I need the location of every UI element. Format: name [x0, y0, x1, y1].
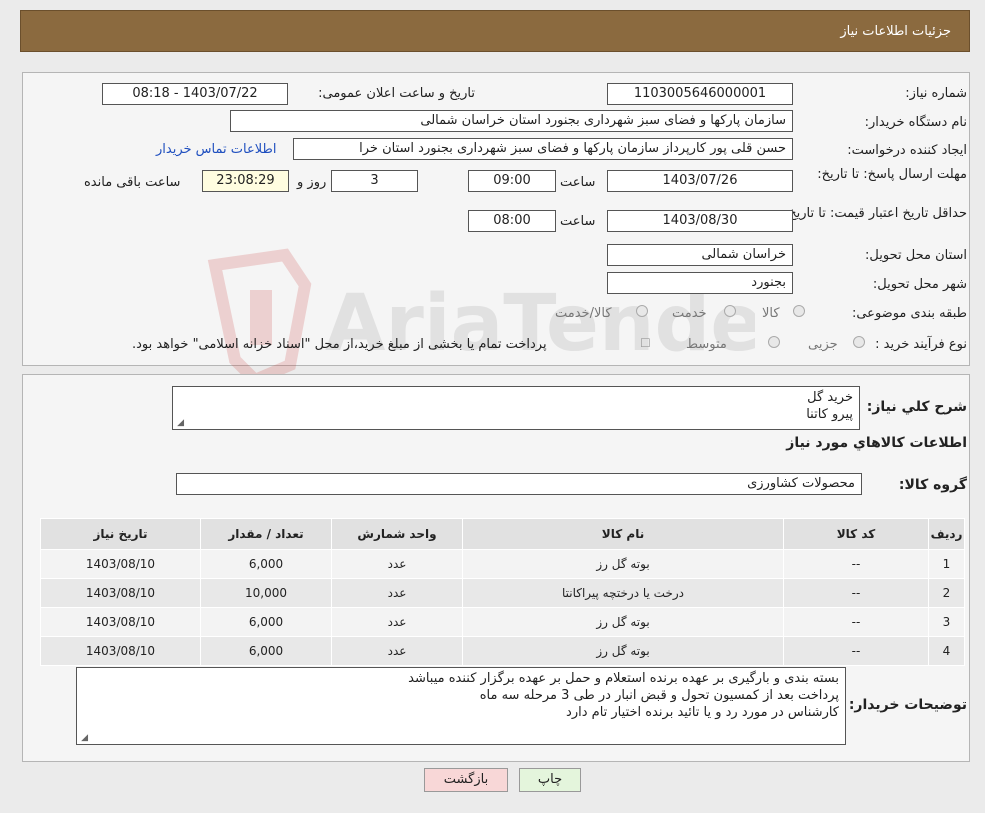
requester-label: ایجاد کننده درخواست: — [847, 143, 967, 158]
process-payment-note: پرداخت تمام یا بخشی از مبلغ خرید،از محل … — [132, 337, 547, 352]
category-radio-goods[interactable] — [793, 305, 805, 317]
process-option-medium: متوسط — [686, 337, 727, 352]
category-option-goods: کالا — [762, 306, 780, 321]
process-radio-medium[interactable] — [768, 336, 780, 348]
table-row: 2 -- درخت یا درختچه پیراکانتا عدد 10,000… — [40, 578, 965, 608]
print-button[interactable]: چاپ — [519, 768, 581, 792]
cell-name: بوته گل رز — [462, 636, 784, 666]
cell-qty: 6,000 — [200, 636, 332, 666]
cell-date: 1403/08/10 — [40, 549, 201, 579]
cell-name: درخت یا درختچه پیراکانتا — [462, 578, 784, 608]
process-option-minor: جزیی — [808, 337, 838, 352]
col-row-header: ردیف — [928, 518, 965, 550]
summary-textarea[interactable]: خرید گل پیرو کاتنا ◢ — [172, 386, 860, 430]
col-unit-header: واحد شمارش — [331, 518, 463, 550]
buyer-org-label: نام دستگاه خریدار: — [864, 115, 967, 130]
page-title: جزئیات اطلاعات نیاز — [840, 23, 951, 39]
cell-qty: 10,000 — [200, 578, 332, 608]
cell-row: 2 — [928, 578, 965, 608]
category-option-goods-service: کالا/خدمت — [555, 306, 612, 321]
goods-group-field: محصولات کشاورزی — [176, 473, 862, 495]
cell-code: -- — [783, 549, 929, 579]
col-code-header: کد کالا — [783, 518, 929, 550]
remaining-time-field: 23:08:29 — [202, 170, 289, 192]
buyer-note-line-3: کارشناس در مورد رد و یا تائید برنده اختی… — [566, 705, 839, 720]
days-field: 3 — [331, 170, 418, 192]
announce-datetime-label: تاریخ و ساعت اعلان عمومی: — [318, 86, 475, 101]
requester-field: حسن قلی پور کارپرداز سازمان پارکها و فضا… — [293, 138, 793, 160]
city-field: بجنورد — [607, 272, 793, 294]
cell-row: 4 — [928, 636, 965, 666]
table-row: 3 -- بوته گل رز عدد 6,000 1403/08/10 — [40, 607, 965, 637]
table-row: 1 -- بوته گل رز عدد 6,000 1403/08/10 — [40, 549, 965, 579]
deadline-label: مهلت ارسال پاسخ: تا تاریخ: — [817, 167, 967, 182]
buyer-notes-textarea[interactable]: بسته بندی و بارگیری بر عهده برنده استعلا… — [76, 667, 846, 745]
cell-date: 1403/08/10 — [40, 607, 201, 637]
summary-line-1: خرید گل — [807, 390, 853, 405]
buyer-contact-link[interactable]: اطلاعات تماس خریدار — [156, 142, 276, 157]
process-label: نوع فرآیند خرید : — [875, 337, 967, 352]
cell-date: 1403/08/10 — [40, 578, 201, 608]
validity-time-field: 08:00 — [468, 210, 556, 232]
category-radio-service[interactable] — [724, 305, 736, 317]
cell-qty: 6,000 — [200, 607, 332, 637]
province-field: خراسان شمالی — [607, 244, 793, 266]
category-radio-goods-service[interactable] — [636, 305, 648, 317]
validity-label: حداقل تاریخ اعتبار قیمت: تا تاریخ: — [783, 206, 967, 221]
table-header-row: ردیف کد کالا نام کالا واحد شمارش تعداد /… — [40, 518, 965, 550]
cell-qty: 6,000 — [200, 549, 332, 579]
city-label: شهر محل تحویل: — [872, 277, 967, 292]
remaining-time-label: ساعت باقی مانده — [84, 175, 181, 190]
category-option-service: خدمت — [672, 306, 707, 321]
table-row: 4 -- بوته گل رز عدد 6,000 1403/08/10 — [40, 636, 965, 666]
cell-code: -- — [783, 578, 929, 608]
buyer-note-line-2: پرداخت بعد از کمسیون تحول و قبض انبار در… — [479, 688, 839, 703]
resize-handle-icon[interactable]: ◢ — [176, 419, 184, 428]
goods-group-label: گروه کالا: — [898, 477, 967, 493]
buyer-org-field: سازمان پارکها و فضای سبز شهرداری بجنورد … — [230, 110, 793, 132]
cell-unit: عدد — [331, 636, 463, 666]
goods-table: ردیف کد کالا نام کالا واحد شمارش تعداد /… — [40, 518, 965, 666]
payment-checkbox-icon[interactable]: ☐ — [640, 336, 651, 350]
cell-date: 1403/08/10 — [40, 636, 201, 666]
col-qty-header: تعداد / مقدار — [200, 518, 332, 550]
deadline-date-field: 1403/07/26 — [607, 170, 793, 192]
days-label: روز و — [297, 175, 327, 190]
need-number-label: شماره نیاز: — [905, 86, 967, 101]
cell-name: بوته گل رز — [462, 549, 784, 579]
cell-unit: عدد — [331, 578, 463, 608]
validity-date-field: 1403/08/30 — [607, 210, 793, 232]
cell-row: 1 — [928, 549, 965, 579]
col-name-header: نام کالا — [462, 518, 784, 550]
goods-section-title: اطلاعات کالاهاي مورد نياز — [786, 435, 967, 451]
process-radio-minor[interactable] — [853, 336, 865, 348]
deadline-time-label: ساعت — [560, 175, 596, 190]
back-button[interactable]: بازگشت — [424, 768, 508, 792]
cell-code: -- — [783, 636, 929, 666]
need-number-field: 1103005646000001 — [607, 83, 793, 105]
page-header: جزئیات اطلاعات نیاز — [20, 10, 970, 52]
category-label: طبقه بندی موضوعی: — [851, 306, 967, 321]
cell-unit: عدد — [331, 607, 463, 637]
deadline-time-field: 09:00 — [468, 170, 556, 192]
buyer-notes-label: توضیحات خریدار: — [848, 697, 967, 713]
cell-name: بوته گل رز — [462, 607, 784, 637]
announce-datetime-field: 1403/07/22 - 08:18 — [102, 83, 288, 105]
resize-handle-icon[interactable]: ◢ — [80, 734, 88, 743]
province-label: استان محل تحویل: — [865, 248, 967, 263]
validity-time-label: ساعت — [560, 214, 596, 229]
buyer-note-line-1: بسته بندی و بارگیری بر عهده برنده استعلا… — [408, 671, 839, 686]
cell-code: -- — [783, 607, 929, 637]
summary-label: شرح کلي نياز: — [866, 399, 967, 415]
col-date-header: تاریخ نیاز — [40, 518, 201, 550]
summary-line-2: پیرو کاتنا — [806, 407, 853, 422]
cell-unit: عدد — [331, 549, 463, 579]
cell-row: 3 — [928, 607, 965, 637]
